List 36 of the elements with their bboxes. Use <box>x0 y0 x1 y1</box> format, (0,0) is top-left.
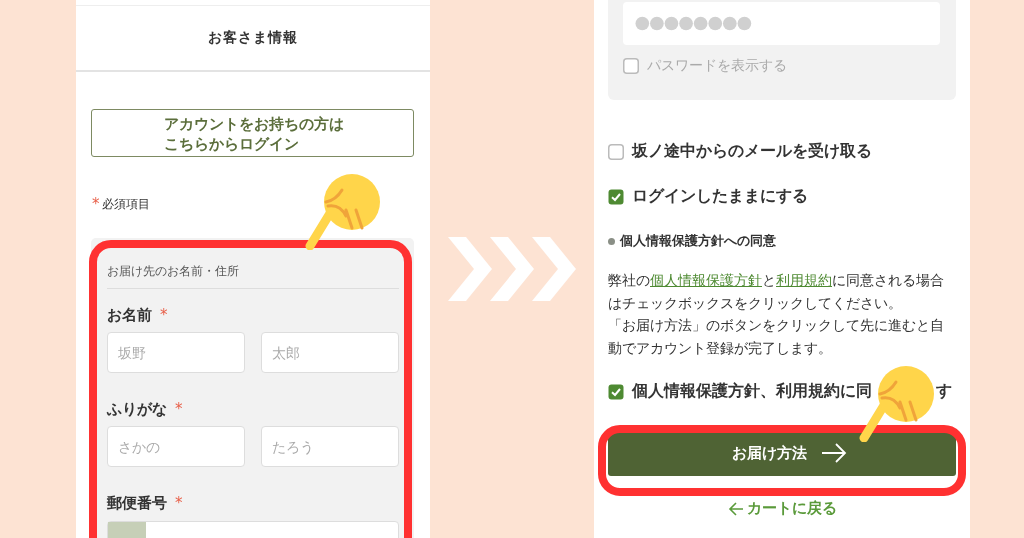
input-field[interactable]: さかの <box>107 426 245 467</box>
input-field[interactable]: 坂野 <box>107 332 245 373</box>
required-note: 必須項目 <box>101 195 150 213</box>
required-mark: * <box>92 195 100 213</box>
text-link[interactable]: 利用規約 <box>776 272 832 288</box>
password-field[interactable] <box>623 2 940 45</box>
consent-text: 弊社の個人情報保護方針と 利用規約に同意される場合はチェックボックスをクリックしてください。 <box>608 271 945 313</box>
field-label: ふりがな <box>107 399 167 419</box>
checked-checkbox[interactable] <box>608 383 624 400</box>
field-label: お名前 <box>107 305 152 325</box>
bullet-icon <box>608 237 615 245</box>
checked-checkbox[interactable] <box>608 188 624 205</box>
chevrons-icon <box>448 237 576 301</box>
section-heading: 個人情報保護方針への同意 <box>620 232 776 250</box>
checkbox-label: 坂ノ途中からのメールを受け取る <box>632 141 872 162</box>
required-mark: * <box>175 400 183 418</box>
page-title: お客さま情報 <box>208 29 298 47</box>
field-label: 郵便番号 <box>107 493 167 513</box>
back-link[interactable]: カートに戻る <box>722 499 842 518</box>
section-title: お届け先のお名前・住所 <box>107 263 399 289</box>
checkbox[interactable] <box>623 58 639 74</box>
input-field[interactable]: 太郎 <box>261 332 399 373</box>
required-mark: * <box>175 494 183 512</box>
required-mark: * <box>160 306 168 324</box>
consent-note: 「お届け方法」のボタンをクリックして先に進むと自動でアカウント登録が完了します。 <box>608 316 945 358</box>
next-button[interactable]: お届け方法 <box>608 430 956 476</box>
checkbox[interactable] <box>608 143 624 160</box>
input-field[interactable]: たろう <box>261 426 399 467</box>
arrow-right-icon <box>820 443 847 463</box>
checkbox-label: 個人情報保護方針、利用規約に同 <box>632 381 872 402</box>
text-link[interactable]: 個人情報保護方針 <box>650 272 762 288</box>
checkbox-label: す <box>936 381 952 402</box>
checkbox-label: ログインしたままにする <box>632 186 808 207</box>
login-button[interactable]: アカウントをお持ちの方は こちらからログイン <box>91 109 414 157</box>
checkbox-label: パスワードを表示する <box>647 57 787 75</box>
arrow-left-icon <box>727 501 744 516</box>
